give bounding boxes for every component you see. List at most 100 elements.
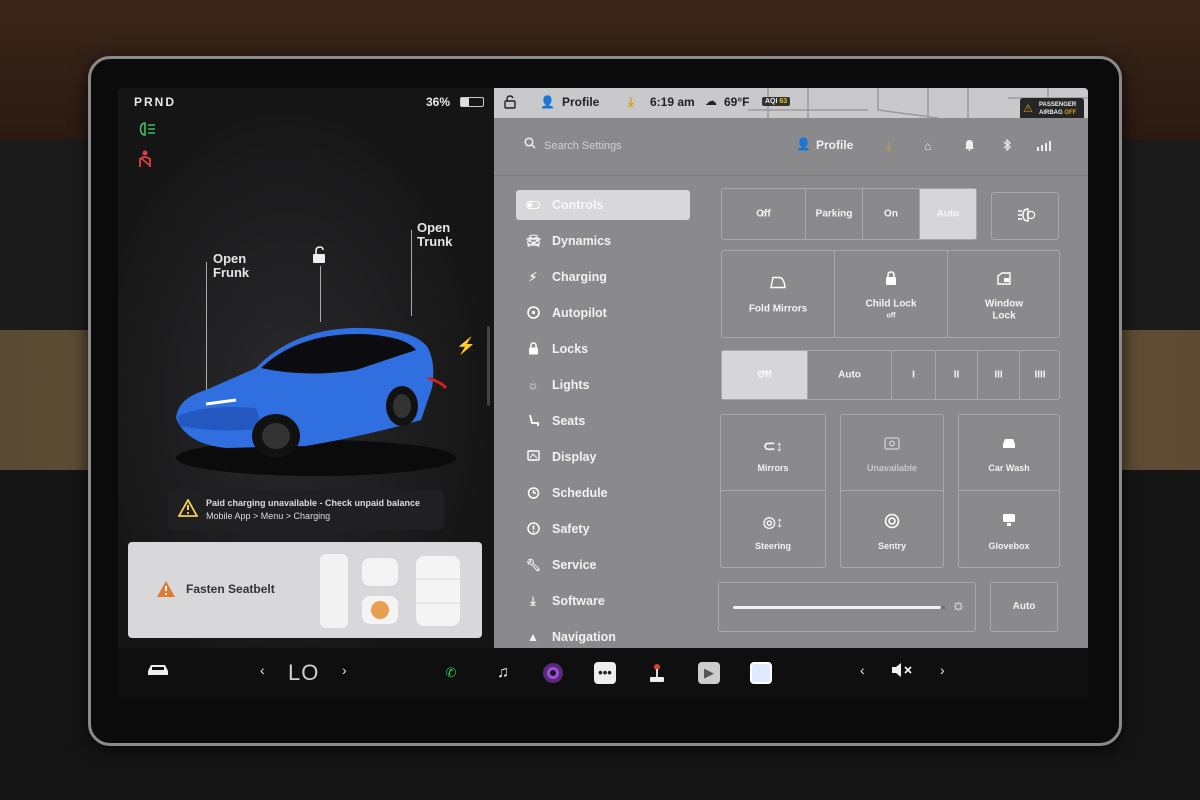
search-settings-input[interactable] [544,137,724,155]
window-lock-button[interactable]: Window Lock [948,251,1060,337]
nav-item-seats[interactable]: Seats [516,406,690,436]
scrollbar[interactable] [487,326,490,406]
lights-off-option[interactable]: ☼ Off [722,189,806,239]
wipers-speed-2[interactable]: II [936,351,978,399]
nav-item-locks[interactable]: Locks [516,334,690,364]
volume-decrease-button[interactable]: ‹ [860,662,865,678]
steering-adjust-icon: ◎↕ [762,514,784,531]
auto-high-beam-icon [992,207,1058,227]
toggle-icon [526,198,540,212]
search-icon [524,136,536,154]
auto-high-beam-button[interactable] [991,192,1059,240]
lock-icon [526,342,540,356]
camera-icon [841,437,943,454]
steering-button[interactable]: ◎↕ Steering [721,491,825,567]
clock-icon [526,486,540,500]
brightness-auto-button[interactable]: Auto [990,582,1058,632]
nav-item-autopilot[interactable]: Autopilot [516,298,690,328]
wipers-speed-1[interactable]: I [892,351,936,399]
nav-item-controls[interactable]: Controls [516,190,690,220]
lights-on-option[interactable]: On [863,189,920,239]
temp-decrease-button[interactable]: ‹ [260,662,265,678]
theater-icon[interactable]: ▶ [698,662,720,684]
nav-item-dynamics[interactable]: 🚘︎ Dynamics [516,226,690,256]
download-icon[interactable]: ⤓ [628,94,634,110]
phone-icon[interactable]: ✆ [440,662,462,684]
seatbelt-warning-icon [138,150,152,168]
wipers-speed-4[interactable]: IIII [1020,351,1060,399]
charge-port-icon[interactable]: ⚡ [456,336,476,356]
download-icon: ⤓ [530,594,536,608]
carwash-glovebox-group: Car Wash Glovebox [958,414,1060,568]
profile-button[interactable]: Profile [562,95,599,109]
outside-temperature: 69°F [724,95,750,109]
child-lock-button[interactable]: Child Lock off [835,251,948,337]
wipers-off-option[interactable]: ◠ Off [722,351,808,399]
steering-wheel-icon [526,306,540,320]
unavailable-button[interactable]: Unavailable [841,415,943,491]
car-wash-button[interactable]: Car Wash [959,415,1059,491]
seat-icon [526,414,540,428]
fold-mirrors-button[interactable]: Fold Mirrors [722,251,835,337]
open-frunk-button[interactable]: Open Frunk [213,252,249,280]
wrench-icon: 🔧︎ [526,558,542,572]
profile-icon: 👤 [540,95,555,109]
bottom-dock: ‹ LO › ✆ ♫ ••• ▶ ‹ › [118,648,1088,698]
climate-temperature[interactable]: LO [288,660,319,686]
mirror-icon [722,275,834,292]
profile-button[interactable]: Profile [816,138,853,152]
nav-item-schedule[interactable]: Schedule [516,478,690,508]
nav-item-display[interactable]: Display [516,442,690,472]
more-apps-icon[interactable]: ••• [594,662,616,684]
headlight-on-icon [136,122,156,140]
volume-increase-button[interactable]: › [940,662,945,678]
sentry-button[interactable]: Sentry [841,491,943,567]
bluetooth-icon[interactable] [1003,138,1011,154]
airbag-icon: ⚠ [1023,103,1033,115]
navigation-icon: ▲ [527,630,539,644]
camera-app-icon[interactable] [542,662,564,684]
mirrors-button[interactable]: ⊂↕ Mirrors [721,415,825,491]
battery-icon [460,97,484,107]
car-wash-icon [959,437,1059,454]
cellular-signal-icon [1036,139,1052,154]
unlock-icon[interactable] [312,246,326,269]
wipers-speed-3[interactable]: III [978,351,1020,399]
nav-item-software[interactable]: ⤓ Software [516,586,690,616]
info-icon [526,522,540,536]
home-icon[interactable]: ⌂ [924,139,931,153]
alert-subtitle: Mobile App > Menu > Charging [206,511,331,521]
nav-item-service[interactable]: 🔧︎ Service [516,550,690,580]
nav-item-safety[interactable]: Safety [516,514,690,544]
mute-icon[interactable] [890,662,914,681]
nav-item-lights[interactable]: ☼ Lights [516,370,690,400]
brightness-slider-fill [733,606,941,609]
sun-icon: ☼ [951,597,966,614]
music-icon[interactable]: ♫ [492,662,514,684]
toybox-joystick-icon[interactable] [646,662,668,684]
mirrors-steering-group: ⊂↕ Mirrors ◎↕ Steering [720,414,826,568]
download-icon[interactable]: ⤓ [886,139,891,154]
window-lock-icon [948,272,1060,288]
aqi-badge: AQI 63 [762,97,791,106]
lights-parking-option[interactable]: Parking [806,189,863,239]
child-lock-icon [835,271,947,289]
brightness-slider-track[interactable] [733,606,945,609]
passenger-airbag-indicator: ⚠ PASSENGER AIRBAG OFF [1020,98,1084,118]
calendar-icon[interactable] [750,662,772,684]
gear-indicator: PRND [134,95,177,109]
temp-increase-button[interactable]: › [342,662,347,678]
headlights-control: ☼ Off Parking On Auto [721,188,977,240]
clock: 6:19 am [650,95,695,109]
open-trunk-button[interactable]: Open Trunk [417,221,452,249]
lock-status-icon[interactable] [504,95,516,114]
lights-auto-option[interactable]: Auto [920,189,976,239]
wipers-auto-option[interactable]: Auto [808,351,892,399]
car-icon[interactable] [146,662,170,681]
bell-icon[interactable] [964,139,975,154]
car-icon: 🚘︎ [526,234,542,248]
glovebox-button[interactable]: Glovebox [959,491,1059,567]
display-brightness-control: ☼ [718,582,976,632]
vehicle-render [166,308,456,478]
nav-item-charging[interactable]: ⚡︎ Charging [516,262,690,292]
